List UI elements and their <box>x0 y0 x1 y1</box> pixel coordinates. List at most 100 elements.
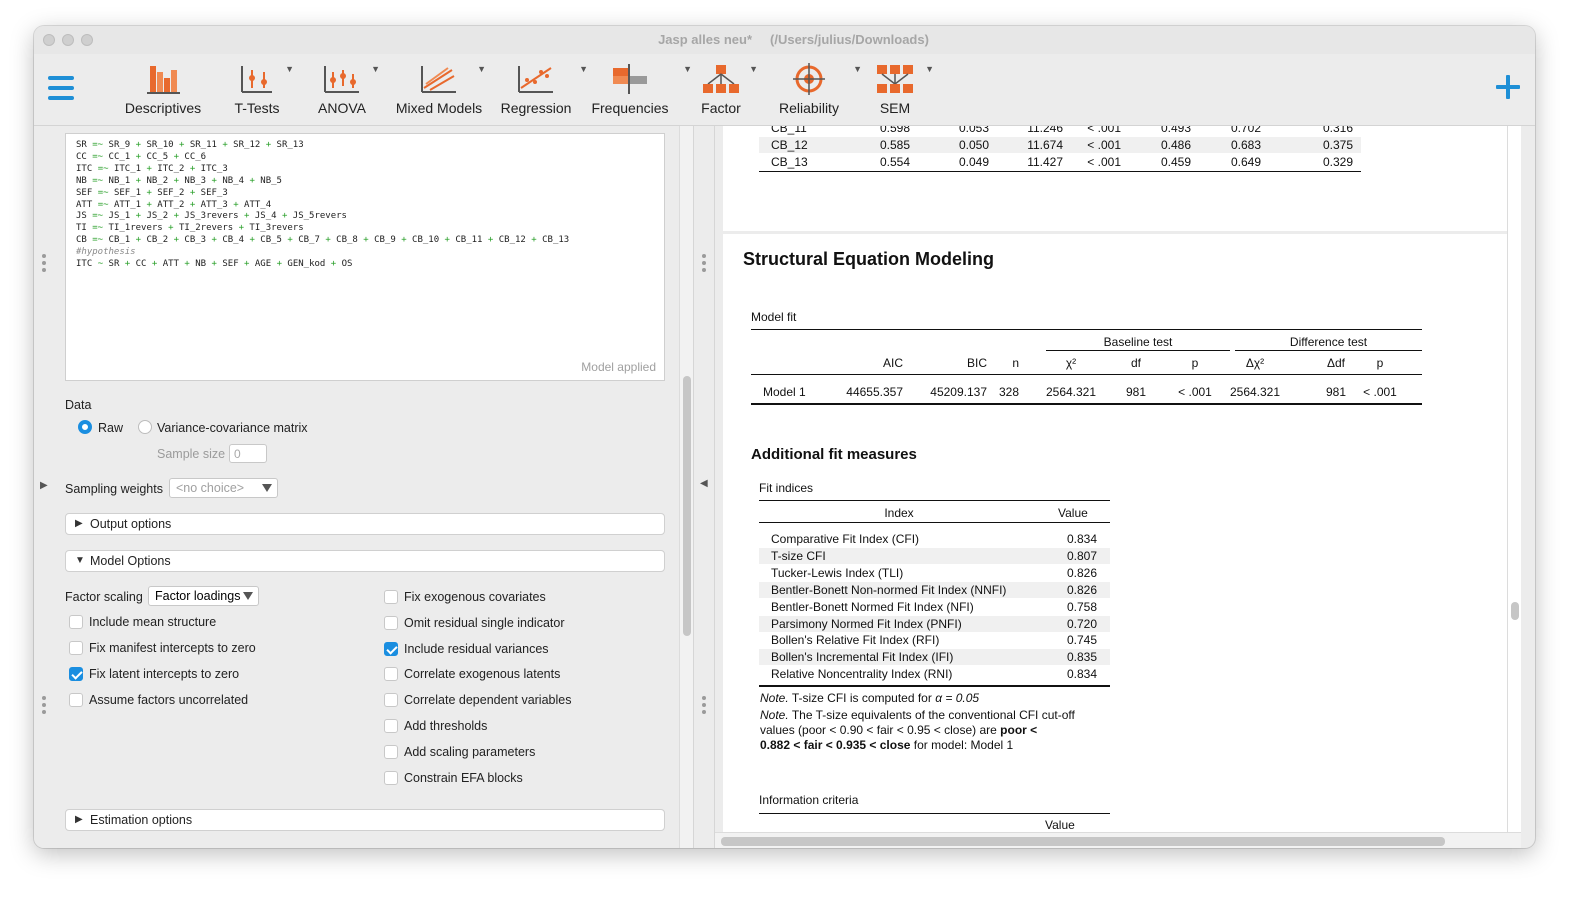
model-fit-header-cell: BIC <box>966 356 987 370</box>
option-checkbox[interactable] <box>69 615 83 629</box>
ribbon-descriptives[interactable]: Descriptives <box>118 60 208 120</box>
ribbon-reliability[interactable]: ▼ Reliability <box>774 60 862 120</box>
ribbon-t-tests[interactable]: ▼ T-Tests <box>222 60 294 120</box>
model-fit-header-cell: df <box>1130 356 1141 370</box>
option-checkbox-label: Fix latent intercepts to zero <box>89 667 240 681</box>
table-bottom-rule <box>759 171 1361 172</box>
option-checkbox[interactable] <box>69 667 83 681</box>
results-horizontal-scrollbar[interactable] <box>715 832 1521 848</box>
option-checkbox-label: Correlate exogenous latents <box>404 667 561 682</box>
table-cell: < .001 <box>1087 155 1121 169</box>
ribbon-label: ANOVA <box>318 100 366 116</box>
reliability-icon <box>793 63 825 95</box>
table-cell: 11.427 <box>1027 155 1063 169</box>
factor-scaling-dropdown[interactable]: Factor loadings <box>148 586 259 606</box>
model-fit-cell: < .001 <box>1178 385 1212 399</box>
ribbon-label: Regression <box>500 100 572 116</box>
fit-indices-title: Fit indices <box>759 481 814 495</box>
ribbon-anova[interactable]: ▼ ANOVA <box>310 60 380 120</box>
anova-icon <box>324 66 359 93</box>
options-scrollbar[interactable] <box>679 126 693 848</box>
table-cell: 0.049 <box>958 155 989 169</box>
ribbon-factor[interactable]: ▼ Factor <box>690 60 758 120</box>
vcov-radio-label: Variance-covariance matrix <box>157 421 308 435</box>
scroll-thumb[interactable] <box>1511 602 1519 620</box>
model-fit-bottom-rule <box>751 403 1422 405</box>
note-alpha: α = 0.05 <box>935 691 980 705</box>
model-fit-cell: 2564.321 <box>1229 385 1281 399</box>
drag-handle-icon[interactable] <box>702 696 706 717</box>
pane-splitter[interactable]: ◀ <box>693 126 715 848</box>
model-syntax-editor[interactable]: SR =~ SR_9 + SR_10 + SR_11 + SR_12 + SR_… <box>65 133 665 381</box>
sampling-weights-dropdown[interactable]: <no choice> <box>169 478 278 498</box>
ribbon-label: Mixed Models <box>395 100 483 116</box>
results-scrollbar[interactable] <box>1507 126 1521 832</box>
fit-index-value: 0.834 <box>1066 667 1097 682</box>
factor-scaling-label: Factor scaling <box>65 590 143 604</box>
dropdown-caret-icon: ▼ <box>477 64 486 74</box>
additional-fit-heading: Additional fit measures <box>751 446 917 463</box>
model-name-cell: Model 1 <box>763 385 806 399</box>
option-checkbox[interactable] <box>384 693 398 708</box>
dropdown-caret-icon: ▼ <box>749 64 758 74</box>
add-module-plus-icon[interactable] <box>1495 74 1521 100</box>
window-title: Jasp alles neu* (/Users/julius/Downloads) <box>34 32 1535 47</box>
difference-group-rule <box>1235 350 1422 351</box>
expand-left-arrow-icon[interactable]: ▶ <box>40 480 48 491</box>
table-cell: 0.375 <box>1322 138 1353 152</box>
scroll-thumb[interactable] <box>721 837 1445 846</box>
sample-size-input[interactable]: 0 <box>229 444 267 463</box>
drag-handle-icon[interactable] <box>42 254 46 275</box>
syntax-line: NB =~ NB_1 + NB_2 + NB_3 + NB_4 + NB_5 <box>76 175 282 186</box>
model-fit-header-cell: Δχ² <box>1245 356 1265 370</box>
drag-handle-icon[interactable] <box>702 254 706 275</box>
option-checkbox-label: Constrain EFA blocks <box>404 770 523 785</box>
info-criteria-title: Information criteria <box>759 793 859 807</box>
chevron-down-icon <box>262 484 272 492</box>
menu-hamburger-icon[interactable] <box>48 76 74 102</box>
fit-index-value: 0.835 <box>1066 650 1097 665</box>
note-cutoffs-line2: values (poor < 0.90 < fair < 0.95 < clos… <box>760 723 1037 737</box>
fit-index-name: Bentler-Bonett Non-normed Fit Index (NNF… <box>771 582 1007 597</box>
ribbon-sem[interactable]: ▼ SEM <box>866 60 934 120</box>
option-checkbox[interactable] <box>384 667 398 682</box>
note-text: T-size CFI is computed for <box>791 691 932 705</box>
option-checkbox[interactable] <box>384 590 398 604</box>
dropdown-caret-icon: ▼ <box>371 64 380 74</box>
fit-index-value: 0.720 <box>1066 616 1097 631</box>
scroll-thumb[interactable] <box>683 376 691 636</box>
syntax-line: SR =~ SR_9 + SR_10 + SR_11 + SR_12 + SR_… <box>76 140 304 150</box>
app-window: Jasp alles neu* (/Users/julius/Downloads)… <box>34 26 1535 848</box>
option-checkbox[interactable] <box>384 719 398 733</box>
syntax-line: ITC =~ ITC_1 + ITC_2 + ITC_3 <box>76 163 228 174</box>
vcov-radio[interactable] <box>138 420 152 434</box>
option-checkbox[interactable] <box>384 744 398 759</box>
model-fit-cell: 44655.357 <box>846 385 903 399</box>
data-label: Data <box>65 398 92 412</box>
drag-handle-icon[interactable] <box>42 696 46 717</box>
ribbon-regression[interactable]: ▼ Regression <box>496 60 588 120</box>
ribbon-mixed-models[interactable]: ▼ Mixed Models <box>392 60 486 120</box>
dropdown-caret-icon: ▼ <box>925 64 934 74</box>
row-label: CB_13 <box>771 155 808 169</box>
option-checkbox[interactable] <box>384 615 398 630</box>
syntax-line: SEF =~ SEF_1 + SEF_2 + SEF_3 <box>76 187 228 198</box>
note-cutoffs-line3: 0.882 < fair < 0.935 < close for model: … <box>760 738 1013 752</box>
expand-arrow-icon: ▶ <box>75 814 83 825</box>
ribbon-frequencies[interactable]: ▼ Frequencies <box>590 60 692 120</box>
fit-index-name: Bollen's Relative Fit Index (RFI) <box>771 633 940 648</box>
note-label: Note. <box>760 708 789 722</box>
estimation-options-section[interactable]: ▶ Estimation options <box>65 809 665 831</box>
table-cell: 0.649 <box>1230 155 1261 169</box>
collapse-left-arrow-icon[interactable]: ◀ <box>700 478 708 489</box>
t-tests-icon <box>241 66 272 93</box>
option-checkbox[interactable] <box>69 641 83 655</box>
option-checkbox[interactable] <box>384 641 398 656</box>
option-checkbox[interactable] <box>384 770 398 785</box>
output-options-section[interactable]: ▶ Output options <box>65 513 665 535</box>
mixed-models-icon <box>421 66 456 93</box>
model-options-section[interactable]: ▼ Model Options <box>65 550 665 572</box>
fit-index-name: T-size CFI <box>771 548 826 563</box>
raw-radio[interactable] <box>78 420 92 434</box>
option-checkbox[interactable] <box>69 693 83 707</box>
